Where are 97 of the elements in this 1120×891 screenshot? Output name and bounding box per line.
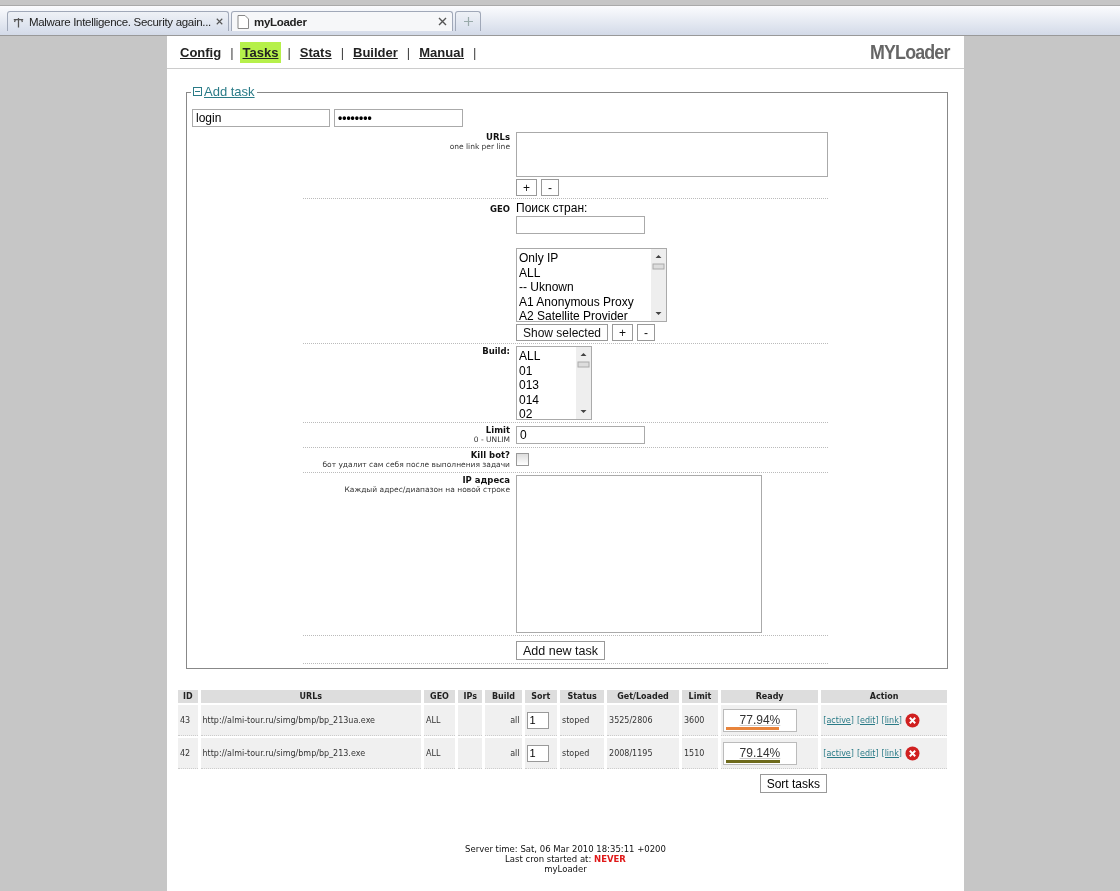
list-option[interactable]: Only IP <box>519 251 649 266</box>
list-box[interactable]: ALL 01 013 014 02 <box>516 346 592 420</box>
table-cell: ALL <box>424 705 455 736</box>
field-label: GEO <box>490 204 510 214</box>
column-header: IPs <box>458 690 483 703</box>
list-box[interactable]: Only IP ALL -- Uknown A1 Anonymous Proxy A2 Satellite Provider <box>516 248 667 322</box>
separator: | <box>287 44 291 60</box>
action-link[interactable]: [edit] <box>856 715 879 725</box>
field-label: Build: <box>482 346 510 356</box>
close-icon[interactable] <box>438 17 447 26</box>
nav-link[interactable]: Stats <box>296 41 335 63</box>
list-option[interactable]: A2 Satellite Provider <box>519 309 649 321</box>
table-cell: stoped <box>560 705 605 736</box>
table-cell: all <box>485 738 522 769</box>
browser-tab[interactable]: myLoader <box>231 11 453 31</box>
table-cell: 2008/1195 <box>607 738 679 769</box>
column-header: Status <box>560 690 605 703</box>
list-option[interactable]: ALL <box>519 349 574 364</box>
column-header: Sort <box>524 690 558 703</box>
column-header: Ready <box>720 690 819 703</box>
password-field[interactable]: •••••••• <box>334 109 463 127</box>
urls-field[interactable] <box>516 132 828 177</box>
nav-link[interactable]: Manual <box>416 41 467 63</box>
ip-field[interactable] <box>516 475 762 633</box>
separator: | <box>230 44 234 60</box>
field-label: URLs <box>486 132 510 142</box>
table-cell: ALL <box>424 738 455 769</box>
new-tab-button[interactable] <box>455 11 481 31</box>
column-header: URLs <box>200 690 421 703</box>
tab-title: Malware Intelligence. Security again... <box>28 15 211 28</box>
list-option[interactable]: 01 <box>519 363 574 378</box>
sort-field[interactable]: 1 <box>526 744 549 762</box>
progress-value: 79.14% <box>739 745 781 760</box>
column-header: GEO <box>424 690 455 703</box>
small-button[interactable]: - <box>541 179 559 196</box>
tab-title: myLoader <box>254 15 308 28</box>
table-cell: 1510 <box>682 738 718 769</box>
table-cell: 3525/2806 <box>607 705 679 736</box>
page-icon <box>237 14 249 29</box>
add-task-button[interactable]: Add new task <box>516 641 606 660</box>
table-cell: http://almi-tour.ru/simg/bmp/bp_213.exe <box>200 738 421 769</box>
nav-link[interactable]: Tasks <box>239 41 282 63</box>
server-time: Server time: Sat, 06 Mar 2010 18:35:11 +0200 <box>465 844 666 854</box>
column-header: Build <box>485 690 522 703</box>
scrollbar[interactable] <box>651 249 666 321</box>
nav-link[interactable]: Config <box>177 41 225 63</box>
country-search-field[interactable] <box>516 216 645 234</box>
delete-icon[interactable] <box>904 712 920 728</box>
close-icon[interactable] <box>215 17 223 26</box>
table-cell: 43 <box>178 705 198 736</box>
table-cell: http://almi-tour.ru/simg/bmp/bp_213ua.exe <box>200 705 421 736</box>
list-option[interactable]: 014 <box>519 392 574 407</box>
progress-value: 77.94% <box>739 712 781 727</box>
table-cell: 42 <box>178 738 198 769</box>
action-link[interactable]: [edit] <box>856 748 879 758</box>
limit-field[interactable]: 0 <box>516 426 645 444</box>
action-link[interactable]: [link] <box>881 748 902 758</box>
column-header: ID <box>178 690 198 703</box>
action-link[interactable]: [link] <box>881 715 902 725</box>
separator: | <box>473 44 477 60</box>
field-label: Kill bot? <box>470 450 510 460</box>
browser-tab[interactable]: Malware Intelligence. Security again... <box>7 11 229 31</box>
checkbox[interactable] <box>516 453 529 466</box>
login-field[interactable]: login <box>192 109 330 127</box>
list-option[interactable]: 02 <box>519 407 574 419</box>
plus-icon <box>463 17 473 26</box>
cron-status: NEVER <box>594 854 626 864</box>
sort-tasks-button[interactable]: Sort tasks <box>759 774 827 793</box>
separator: | <box>340 44 345 60</box>
logo: MYLoader <box>870 40 950 64</box>
list-option[interactable]: -- Uknown <box>519 280 649 295</box>
field-label: IP адреса <box>462 475 510 485</box>
action-link[interactable]: [active] <box>823 748 854 758</box>
sort-field[interactable]: 1 <box>526 711 549 729</box>
table-cell: all <box>485 705 522 736</box>
nav-link[interactable]: Builder <box>350 41 401 63</box>
small-button[interactable]: - <box>637 324 656 341</box>
scrollbar[interactable] <box>576 347 591 419</box>
field-label: Limit <box>485 425 510 435</box>
small-button[interactable]: + <box>612 324 634 341</box>
list-option[interactable]: 013 <box>519 378 574 393</box>
table-cell: stoped <box>560 738 605 769</box>
table-cell: 3600 <box>682 705 718 736</box>
delete-icon[interactable] <box>904 745 920 761</box>
action-link[interactable]: [active] <box>823 715 854 725</box>
column-header: Limit <box>682 690 718 703</box>
list-option[interactable]: A1 Anonymous Proxy <box>519 294 649 309</box>
small-button[interactable]: + <box>516 179 537 196</box>
show-selected-button[interactable]: Show selected <box>516 324 609 341</box>
column-header: Action <box>821 690 947 703</box>
separator: | <box>406 44 411 60</box>
list-option[interactable]: ALL <box>519 265 649 280</box>
cron-label: Last cron started at: <box>505 854 592 864</box>
collapse-icon[interactable] <box>193 87 202 96</box>
column-header: Get/Loaded <box>607 690 679 703</box>
search-label: Поиск стран: <box>516 201 589 215</box>
footer-name: myLoader <box>544 864 587 874</box>
